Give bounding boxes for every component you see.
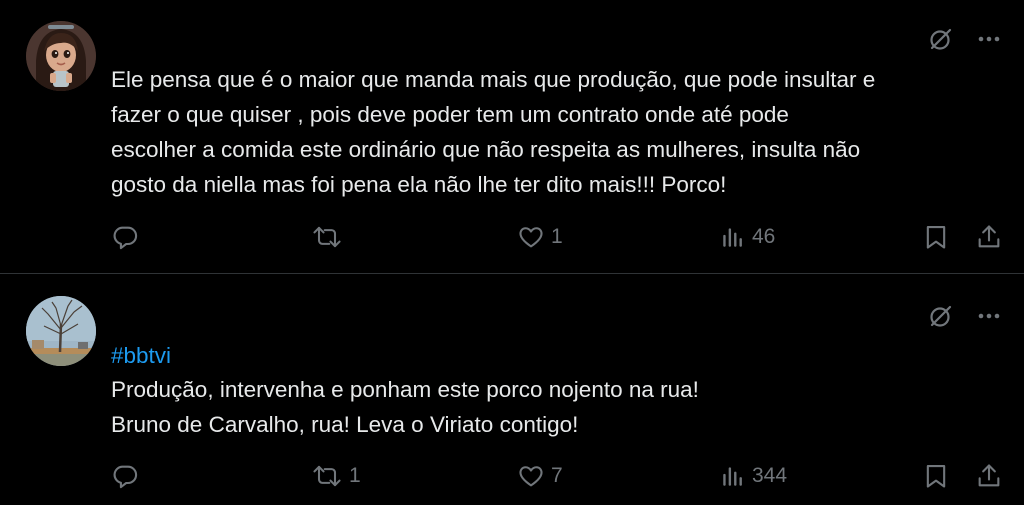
share-icon <box>975 223 1003 251</box>
avatar[interactable] <box>26 21 96 91</box>
hashtag-link[interactable]: #bbtvi <box>111 338 171 373</box>
views-button[interactable]: 344 <box>720 456 787 496</box>
like-count: 1 <box>551 225 563 248</box>
like-button[interactable]: 1 <box>517 217 563 257</box>
view-count: 344 <box>752 464 788 487</box>
views-icon <box>720 463 746 489</box>
grok-icon[interactable] <box>926 301 956 331</box>
more-icon[interactable] <box>974 301 1004 331</box>
avatar[interactable] <box>26 296 96 366</box>
bookmark-button[interactable] <box>922 217 950 257</box>
heart-icon <box>517 462 545 490</box>
repost-icon <box>311 462 343 490</box>
reply-button[interactable] <box>111 456 145 496</box>
share-button[interactable] <box>975 217 1003 257</box>
reply-icon <box>111 462 139 490</box>
reply-button[interactable] <box>111 217 145 257</box>
grok-icon[interactable] <box>926 24 956 54</box>
reply-icon <box>111 223 139 251</box>
bookmark-icon <box>922 462 950 490</box>
bookmark-button[interactable] <box>922 456 950 496</box>
repost-button[interactable]: 1 <box>311 456 361 496</box>
share-button[interactable] <box>975 456 1003 496</box>
repost-button[interactable] <box>311 217 349 257</box>
tweet[interactable]: #bbtvi Produção, intervenha e ponham est… <box>0 275 1024 505</box>
like-button[interactable]: 7 <box>517 456 563 496</box>
heart-icon <box>517 223 545 251</box>
repost-count: 1 <box>349 464 361 487</box>
more-icon[interactable] <box>974 24 1004 54</box>
repost-icon <box>311 223 343 251</box>
tweet-actions: 1 46 <box>0 217 1024 257</box>
tweet-text: Ele pensa que é o maior que manda mais q… <box>111 67 876 197</box>
share-icon <box>975 462 1003 490</box>
views-icon <box>720 224 746 250</box>
bookmark-icon <box>922 223 950 251</box>
tweet-actions: 1 7 344 <box>0 456 1024 496</box>
tweet-text: Produção, intervenha e ponham este porco… <box>111 377 699 437</box>
like-count: 7 <box>551 464 563 487</box>
view-count: 46 <box>752 225 776 248</box>
views-button[interactable]: 46 <box>720 217 775 257</box>
tweet[interactable]: Ele pensa que é o maior que manda mais q… <box>0 0 1024 274</box>
